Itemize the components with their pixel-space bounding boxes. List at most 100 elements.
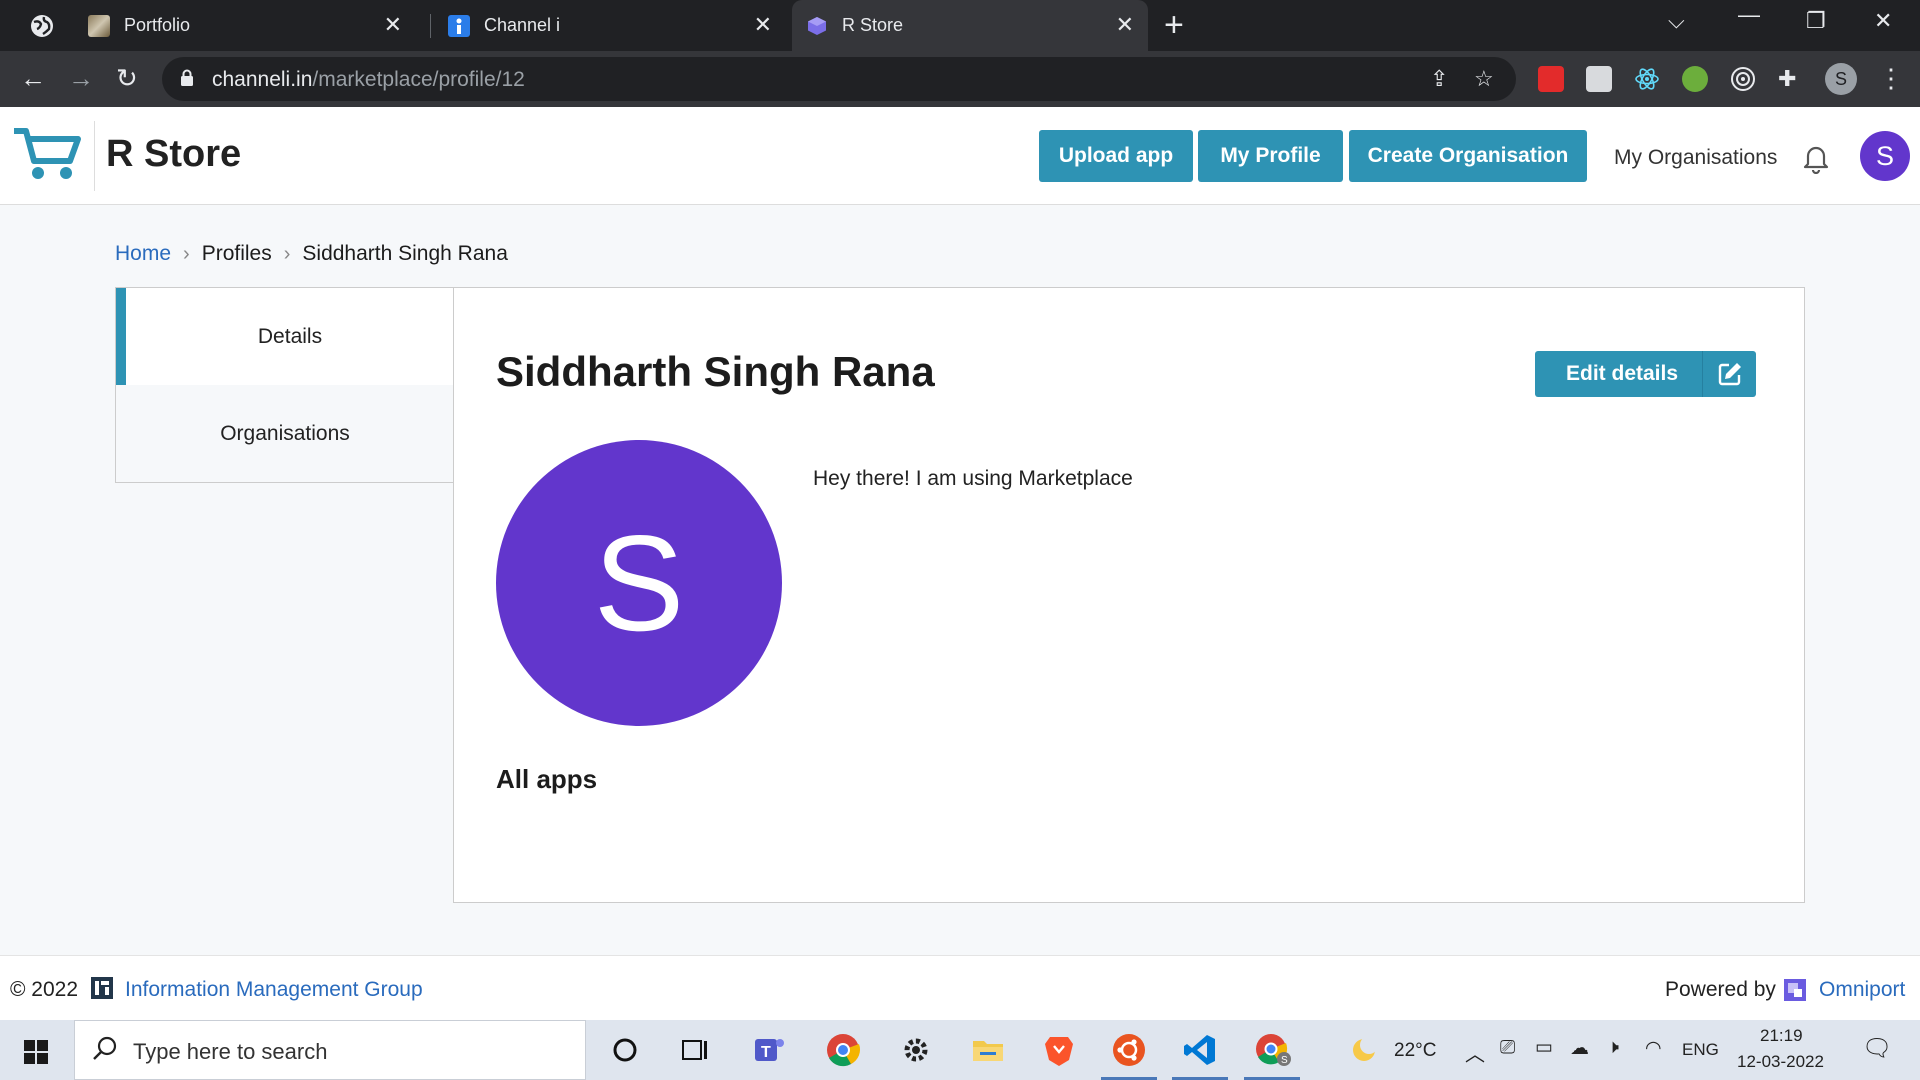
lock-icon (181, 69, 193, 86)
powered-by-text: Powered by (1665, 978, 1776, 1001)
edit-pencil-icon (1717, 361, 1743, 390)
store-title[interactable]: R Store (106, 133, 241, 176)
new-tab-plus-icon[interactable]: + (1164, 8, 1184, 42)
close-window-icon[interactable]: ✕ (1874, 8, 1892, 34)
ubuntu-icon[interactable] (1101, 1032, 1157, 1080)
breadcrumb: Home › Profiles › Siddharth Singh Rana (115, 242, 508, 266)
page-footer: © 2022 Information Management Group Powe… (0, 955, 1920, 1020)
channel-i-favicon-icon (448, 14, 470, 37)
minimize-icon[interactable]: — (1738, 2, 1760, 28)
tab-title: Portfolio (124, 15, 191, 35)
portfolio-favicon-icon (88, 14, 110, 37)
volume-icon[interactable]: 🕨 (1607, 1037, 1619, 1059)
meet-now-icon[interactable]: ⎚ (1500, 1037, 1515, 1059)
tab-title: R Store (842, 15, 904, 35)
settings-gear-icon[interactable] (898, 1032, 934, 1068)
browser-profile-avatar[interactable]: S (1825, 63, 1857, 95)
notification-bell-icon[interactable] (1800, 142, 1832, 179)
tab-portfolio[interactable]: Portfolio ✕ (76, 0, 416, 51)
all-apps-heading: All apps (496, 764, 598, 794)
windows-start-icon[interactable] (24, 1040, 48, 1069)
windows-taskbar: Type here to search T S 22°C ︿ ⎚ ▭ ☁ 🕨 ◠… (0, 1020, 1920, 1080)
svg-text:S: S (1281, 1055, 1288, 1066)
back-arrow-icon[interactable]: ← (20, 63, 46, 93)
target-extension-icon[interactable] (1730, 66, 1756, 92)
svg-text:T: T (761, 1044, 771, 1061)
profile-details-card: Siddharth Singh Rana Edit details S Hey … (453, 287, 1805, 903)
menu-item-organisations[interactable]: Organisations (116, 385, 454, 482)
search-magnifier-icon (91, 1035, 119, 1068)
profile-side-menu: Details Organisations (115, 287, 454, 483)
chevron-right-icon: › (283, 242, 291, 265)
vscode-icon[interactable] (1172, 1032, 1228, 1080)
breadcrumb-profiles-link[interactable]: Profiles (202, 242, 272, 266)
information-management-group-link[interactable]: Information Management Group (125, 978, 423, 1002)
extensions-puzzle-icon[interactable]: ✚ (1778, 66, 1804, 92)
forward-arrow-icon[interactable]: → (68, 63, 94, 93)
r-store-favicon-icon (806, 15, 828, 37)
task-view-icon[interactable] (677, 1032, 713, 1068)
button-divider (1702, 351, 1703, 397)
tab-divider (430, 14, 431, 38)
react-devtools-icon[interactable] (1634, 66, 1660, 92)
onedrive-error-icon[interactable]: ☁ (1570, 1037, 1589, 1060)
share-icon[interactable]: ⇪ (1430, 66, 1448, 92)
profile-bio: Hey there! I am using Marketplace (813, 467, 1133, 490)
create-organisation-button[interactable]: Create Organisation (1349, 130, 1587, 182)
close-tab-icon[interactable]: ✕ (1116, 14, 1134, 36)
browser-tab-strip: Portfolio ✕ Channel i ✕ R Store ✕ + ⌵ — … (0, 0, 1920, 51)
profile-avatar: S (496, 440, 782, 726)
user-avatar[interactable]: S (1860, 131, 1910, 181)
breadcrumb-current: Siddharth Singh Rana (302, 242, 508, 265)
browser-menu-kebab-icon[interactable]: ⋮ (1878, 63, 1904, 94)
globe-icon[interactable] (30, 14, 54, 43)
close-tab-icon[interactable]: ✕ (384, 14, 402, 36)
reload-icon[interactable]: ↻ (116, 63, 138, 93)
wifi-icon[interactable]: ◠ (1645, 1037, 1662, 1060)
tab-title: Channel i (484, 15, 561, 35)
bookmark-star-icon[interactable]: ☆ (1474, 66, 1494, 92)
tab-r-store[interactable]: R Store ✕ (792, 0, 1148, 51)
teams-icon[interactable]: T (751, 1032, 787, 1068)
clock-time[interactable]: 21:19 (1760, 1026, 1803, 1046)
app-header: R Store Upload app My Profile Create Org… (0, 107, 1920, 205)
taskbar-search-box[interactable]: Type here to search (74, 1020, 586, 1080)
chrome-icon[interactable] (825, 1032, 861, 1068)
copyright-text: © 2022 (10, 978, 79, 1001)
chevron-right-icon: › (183, 242, 190, 265)
omniport-link[interactable]: Omniport (1819, 978, 1905, 1002)
tab-search-chevron-icon[interactable]: ⌵ (1668, 8, 1685, 34)
weather-moon-icon[interactable] (1348, 1034, 1384, 1070)
breadcrumb-home-link[interactable]: Home (115, 242, 171, 266)
taskbar-search-placeholder: Type here to search (133, 1039, 328, 1064)
weather-temperature[interactable]: 22°C (1394, 1040, 1436, 1062)
close-tab-icon[interactable]: ✕ (754, 14, 772, 36)
tab-channel-i[interactable]: Channel i ✕ (436, 0, 786, 51)
youtube-extension-icon[interactable] (1538, 66, 1564, 92)
brave-browser-icon[interactable] (1041, 1032, 1077, 1068)
cart-logo-icon[interactable] (12, 127, 82, 188)
chrome-profile-icon[interactable]: S (1244, 1032, 1300, 1080)
cortana-icon[interactable] (607, 1032, 643, 1068)
my-profile-button[interactable]: My Profile (1198, 130, 1343, 182)
stats-extension-icon[interactable] (1586, 66, 1612, 92)
battery-icon[interactable]: ▭ (1535, 1036, 1553, 1059)
upload-app-button[interactable]: Upload app (1039, 130, 1193, 182)
my-organisations-link[interactable]: My Organisations (1614, 146, 1777, 170)
omniport-logo-icon (1783, 978, 1807, 1007)
notifications-icon[interactable]: 🗨 (1862, 1034, 1892, 1063)
language-indicator[interactable]: ENG (1682, 1040, 1719, 1060)
clock-date[interactable]: 12-03-2022 (1737, 1052, 1824, 1072)
edit-details-button[interactable]: Edit details (1535, 351, 1756, 397)
file-explorer-icon[interactable] (970, 1032, 1006, 1068)
url-domain: channeli.in (212, 68, 313, 91)
url-omnibox[interactable]: channeli.in/marketplace/profile/12 ⇪ ☆ (162, 57, 1516, 101)
green-plus-extension-icon[interactable] (1682, 66, 1708, 92)
tray-chevron-up-icon[interactable]: ︿ (1465, 1038, 1485, 1067)
url-text[interactable]: channeli.in/marketplace/profile/12 (212, 68, 525, 92)
url-path: /marketplace/profile/12 (312, 68, 525, 91)
restore-icon[interactable]: ❐ (1806, 8, 1826, 34)
menu-item-details[interactable]: Details (116, 288, 454, 385)
logo-divider (94, 121, 95, 191)
profile-name-heading: Siddharth Singh Rana (496, 348, 935, 395)
